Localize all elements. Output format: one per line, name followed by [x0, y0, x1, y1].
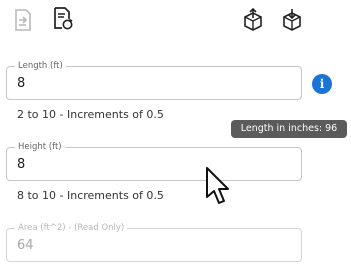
document-refresh-icon[interactable]: [52, 6, 74, 30]
length-field[interactable]: Length (ft) 8: [6, 60, 302, 100]
cube-import-icon[interactable]: [281, 8, 303, 32]
length-field-label: Length (ft): [15, 60, 66, 72]
cube-export-icon[interactable]: [242, 8, 264, 32]
length-field-value[interactable]: 8: [17, 76, 25, 92]
mouse-pointer-icon: [205, 166, 233, 206]
height-field-label: Height (ft): [15, 141, 65, 153]
area-field: Area (ft^2) - (Read Only) 64: [6, 222, 302, 262]
info-icon[interactable]: i: [312, 74, 332, 94]
area-field-value: 64: [17, 238, 34, 253]
height-field[interactable]: Height (ft) 8: [6, 141, 302, 181]
length-helper-text: 2 to 10 - Increments of 0.5: [17, 108, 164, 121]
height-field-value[interactable]: 8: [17, 157, 25, 173]
document-export-icon[interactable]: [12, 8, 34, 32]
height-helper-text: 8 to 10 - Increments of 0.5: [17, 189, 164, 202]
area-field-label: Area (ft^2) - (Read Only): [15, 222, 128, 234]
length-inches-tooltip: Length in inches: 96: [231, 120, 347, 138]
